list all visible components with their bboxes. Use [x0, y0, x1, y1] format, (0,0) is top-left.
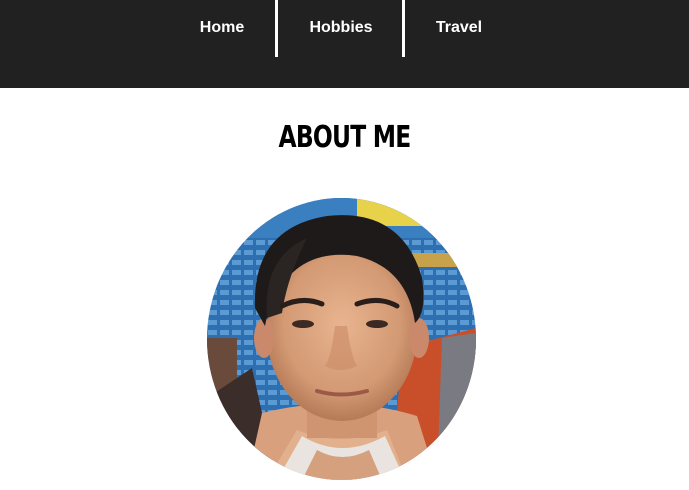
top-navigation-bar: Home Hobbies Travel [0, 0, 689, 88]
page-title: ABOUT ME [278, 120, 412, 155]
nav-divider [275, 0, 278, 57]
profile-avatar [207, 198, 476, 480]
nav-link-travel[interactable]: Travel [406, 0, 512, 57]
nav-link-hobbies[interactable]: Hobbies [279, 0, 403, 57]
profile-photo [207, 198, 476, 480]
nav-divider [402, 0, 405, 57]
nav-link-home[interactable]: Home [168, 0, 276, 57]
